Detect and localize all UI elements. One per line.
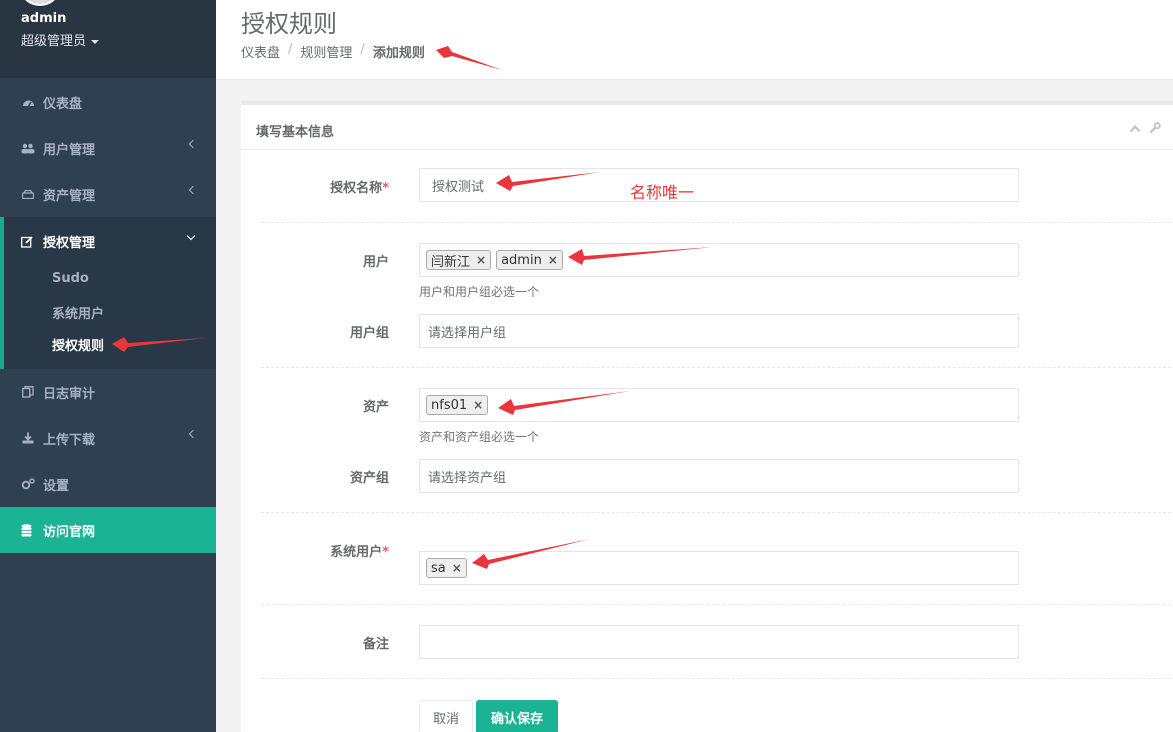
chevron-down-icon <box>186 231 196 241</box>
annotation-text: 名称唯一 <box>630 183 695 202</box>
nav-upload-download[interactable]: 上传下载 <box>0 415 216 461</box>
save-button[interactable]: 确认保存 <box>476 700 558 732</box>
nav-user-management[interactable]: 用户管理 <box>0 125 216 171</box>
nav-visit-website[interactable]: 访问官网 <box>0 507 216 553</box>
system-users-select[interactable]: sa × <box>419 551 1019 585</box>
dashboard-icon <box>21 96 35 108</box>
asset-tag: nfs01 × <box>426 395 489 415</box>
panel-tools <box>1129 122 1161 138</box>
breadcrumb-separator: / <box>288 42 293 57</box>
sub-nav-sudo[interactable]: Sudo <box>52 271 89 286</box>
asset-groups-select[interactable]: 请选择资产组 <box>419 459 1019 493</box>
user-tag: admin × <box>496 250 563 270</box>
profile-name: admin <box>21 11 67 26</box>
user-tag-label: admin <box>501 252 542 268</box>
users-label: 用户 <box>362 255 389 270</box>
assets-label: 资产 <box>362 400 389 415</box>
profile-role: 超级管理员 <box>21 34 87 49</box>
remove-tag-icon[interactable]: × <box>452 561 462 575</box>
nav-label: 仪表盘 <box>43 96 83 112</box>
form-panel: 填写基本信息 授权名称* 授权测试 用户 闫新江 × admin × 用户和用户组必… <box>241 101 1173 732</box>
nav-auth-management-head[interactable]: 授权管理 <box>21 232 95 251</box>
nav-auth-management[interactable]: 授权管理 Sudo 系统用户 授权规则 <box>0 217 216 369</box>
nav-asset-management[interactable]: 资产管理 <box>0 171 216 217</box>
name-input[interactable]: 授权测试 <box>419 168 1019 202</box>
database-icon <box>21 524 35 537</box>
user-tag-label: 闫新江 <box>431 254 471 270</box>
nav-label: 设置 <box>43 478 70 494</box>
comment-label: 备注 <box>362 637 389 652</box>
profile-role-dropdown[interactable]: 超级管理员 <box>21 30 100 49</box>
download-icon <box>21 432 35 444</box>
assets-select[interactable]: nfs01 × <box>419 388 1019 422</box>
nav-label: 访问官网 <box>43 524 96 540</box>
nav-settings[interactable]: 设置 <box>0 461 216 507</box>
breadcrumb-current: 添加规则 <box>372 46 425 61</box>
sub-nav-auth-rules[interactable]: 授权规则 <box>52 335 104 354</box>
hdd-icon <box>21 188 35 200</box>
assets-help-text: 资产和资产组必选一个 <box>419 430 540 444</box>
chevron-left-icon <box>188 139 198 149</box>
asset-groups-label: 资产组 <box>349 471 389 486</box>
user-groups-select[interactable]: 请选择用户组 <box>419 314 1019 348</box>
asset-tag-label: nfs01 <box>431 397 468 413</box>
nav-label: 授权管理 <box>43 236 96 251</box>
user-tag: 闫新江 × <box>426 250 492 270</box>
divider <box>261 367 1173 368</box>
copy-icon <box>21 386 35 398</box>
page-title: 授权规则 <box>241 10 337 38</box>
avatar[interactable] <box>22 0 58 6</box>
breadcrumb-separator: / <box>360 42 365 57</box>
divider <box>261 678 1173 679</box>
cancel-button[interactable]: 取消 <box>419 700 473 732</box>
nav-log-audit[interactable]: 日志审计 <box>0 369 216 415</box>
divider <box>261 222 1173 223</box>
panel-title: 填写基本信息 <box>241 105 1173 150</box>
divider <box>261 604 1173 605</box>
name-label: 授权名称* <box>241 177 389 196</box>
profile-block: admin 超级管理员 <box>0 0 216 78</box>
nav-label: 用户管理 <box>43 142 96 158</box>
panel-heading: 填写基本信息 <box>256 125 335 140</box>
divider <box>261 512 1173 513</box>
breadcrumb-dashboard[interactable]: 仪表盘 <box>241 42 280 61</box>
sidebar: admin 超级管理员 仪表盘 用户管理 资产管理 授权管理 Sudo 系统用户 <box>0 0 216 732</box>
cogs-icon <box>21 478 35 490</box>
sub-nav-system-users[interactable]: 系统用户 <box>52 303 104 322</box>
asset-groups-placeholder: 请选择资产组 <box>428 470 507 486</box>
page-header: 授权规则 仪表盘 / 规则管理 / 添加规则 <box>216 0 1173 80</box>
comment-input[interactable] <box>419 625 1019 659</box>
remove-tag-icon[interactable]: × <box>473 398 483 412</box>
users-select[interactable]: 闫新江 × admin × <box>419 243 1019 277</box>
name-input-value: 授权测试 <box>432 179 485 195</box>
edit-icon <box>21 235 35 248</box>
nav-label: 上传下载 <box>43 432 96 448</box>
breadcrumb-rule-management[interactable]: 规则管理 <box>300 42 352 61</box>
system-users-label-text: 系统用户 <box>330 545 383 560</box>
name-label-text: 授权名称 <box>330 181 383 196</box>
nav-label: 资产管理 <box>43 188 96 204</box>
remove-tag-icon[interactable]: × <box>476 253 486 267</box>
required-mark: * <box>382 545 389 560</box>
system-user-tag-label: sa <box>431 560 446 576</box>
breadcrumb: 仪表盘 / 规则管理 / 添加规则 <box>241 42 425 61</box>
nav-label: 日志审计 <box>43 386 96 402</box>
users-icon <box>21 142 35 154</box>
remove-tag-icon[interactable]: × <box>548 253 558 267</box>
system-user-tag: sa × <box>426 558 467 578</box>
system-users-label: 系统用户* <box>241 541 389 560</box>
chevron-up-icon[interactable] <box>1129 122 1141 138</box>
user-groups-label: 用户组 <box>349 326 389 341</box>
caret-down-icon <box>91 39 100 44</box>
users-help-text: 用户和用户组必选一个 <box>419 285 540 299</box>
chevron-left-icon <box>188 429 198 439</box>
required-mark: * <box>382 181 389 196</box>
wrench-icon[interactable] <box>1149 122 1161 138</box>
nav-dashboard[interactable]: 仪表盘 <box>0 79 216 125</box>
user-groups-placeholder: 请选择用户组 <box>428 325 507 341</box>
chevron-left-icon <box>188 185 198 195</box>
